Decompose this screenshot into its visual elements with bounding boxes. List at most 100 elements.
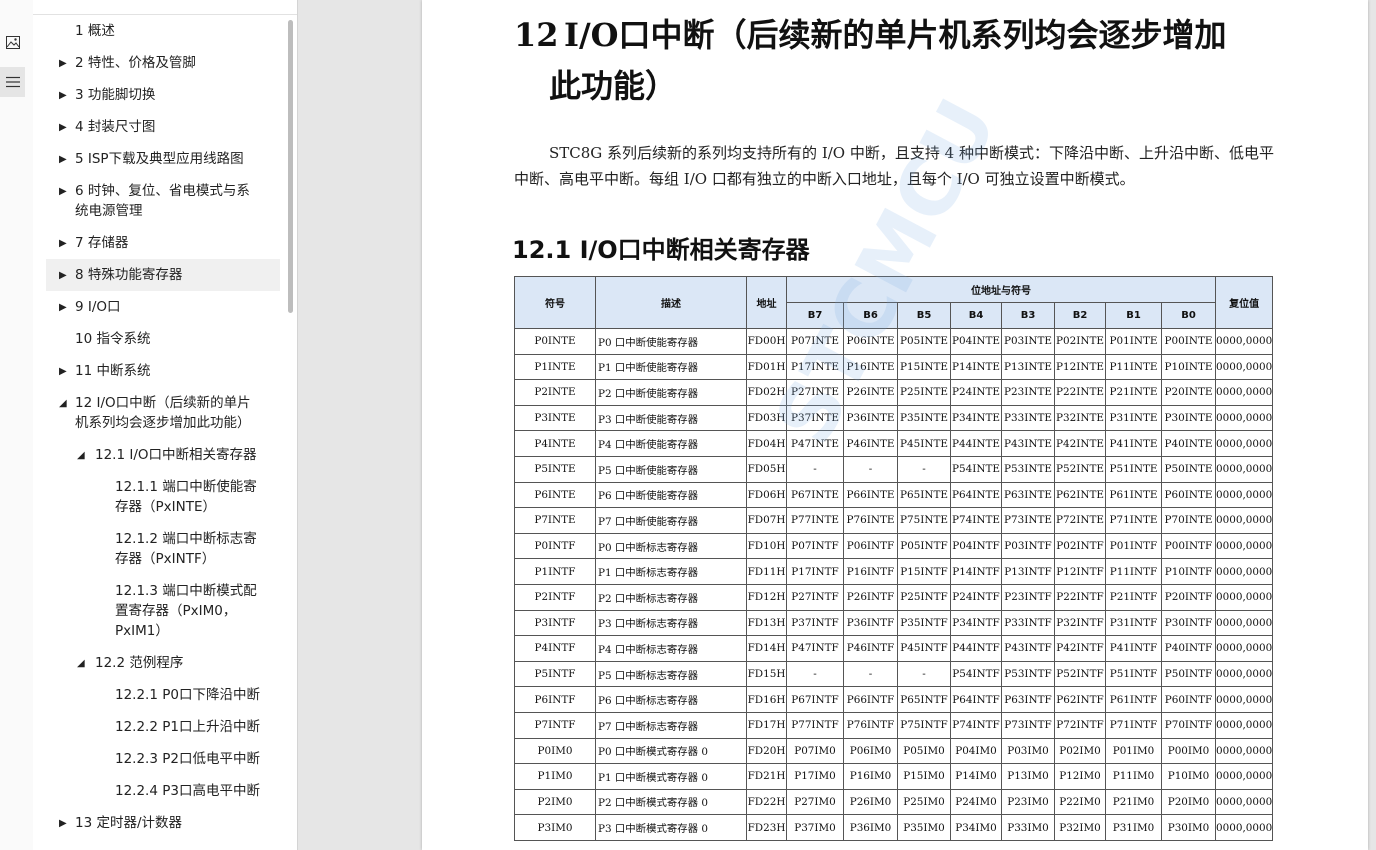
register-symbol: P1IM0	[514, 763, 596, 790]
outline-item[interactable]: ◢ 12.1 I/O口中断相关寄存器	[46, 439, 280, 471]
outline-item[interactable]: 12.2.4 P3口高电平中断	[46, 775, 280, 807]
expand-arrow-icon[interactable]: ▶	[59, 54, 67, 74]
outline-item[interactable]: ▶ 3 功能脚切换	[46, 79, 280, 111]
outline-icon[interactable]	[0, 67, 25, 97]
sidebar-icon-strip	[0, 0, 34, 850]
register-symbol: P3INTF	[514, 609, 596, 637]
outline-item[interactable]: ▶ 13 定时器/计数器	[46, 807, 280, 839]
register-symbol: P5INTF	[514, 660, 596, 688]
table-row: P4INTF P4 口中断标志寄存器 FD14H P47INTF P46INTF P45I…	[514, 635, 1274, 662]
table-row: P6INTF P6 口中断标志寄存器 FD16H P67INTF P66INTF P65I…	[514, 686, 1274, 713]
outline-item[interactable]: 12.1.1 端口中断使能寄 存器（PxINTE）	[46, 471, 280, 523]
register-table: 符号 描述 地址 位地址与符号 复位值 B7 B6 B5 B4 B3 B2 B1 B0 P0I…	[514, 276, 1274, 841]
outline-item[interactable]: ▶ 7 存储器	[46, 227, 280, 259]
register-bit: P35INTF	[897, 609, 951, 637]
register-bit: -	[786, 455, 844, 483]
register-bit: P53INTF	[1001, 660, 1055, 688]
register-bit: P71INTE	[1105, 507, 1162, 534]
register-symbol: P4INTE	[514, 430, 596, 457]
register-symbol: P0INTE	[514, 328, 596, 355]
expand-arrow-icon[interactable]: ▶	[59, 182, 67, 202]
register-address: FD05H	[746, 455, 787, 483]
outline-item-label: 5 ISP下载及典型应用线路图	[75, 149, 244, 169]
outline-item-label: 1 概述	[75, 21, 115, 41]
register-bit: P15INTF	[897, 558, 951, 585]
outline-item[interactable]: 1 概述	[46, 15, 280, 47]
register-reset-value: 0000,0000	[1214, 379, 1274, 406]
register-bit: P50INTE	[1161, 455, 1216, 483]
outline-item[interactable]: ▶ 9 I/O口	[46, 291, 280, 323]
register-bit: P37INTF	[786, 609, 844, 637]
outline-label-line: 5 ISP下载及典型应用线路图	[75, 151, 244, 167]
outline-scrollbar-thumb[interactable]	[288, 20, 293, 313]
expand-arrow-icon[interactable]: ▶	[59, 150, 67, 170]
outline-item-label: 12.2 范例程序	[95, 653, 183, 673]
register-address: FD20H	[746, 737, 787, 765]
register-bit: P76INTF	[843, 711, 898, 739]
register-bit: P37INTE	[786, 404, 844, 432]
register-reset-value: 0000,0000	[1214, 430, 1274, 457]
outline-item[interactable]: 10 指令系统	[46, 323, 280, 355]
register-bit: P20INTE	[1161, 379, 1216, 406]
outline-item[interactable]: 12.2.3 P2口低电平中断	[46, 743, 280, 775]
thumbnails-icon[interactable]	[0, 27, 25, 57]
register-bit: P02INTE	[1054, 328, 1106, 355]
register-address: FD04H	[746, 430, 787, 457]
register-bit: P10IM0	[1161, 763, 1216, 790]
outline-item-label: 12.2.2 P1口上升沿中断	[115, 717, 260, 737]
register-bit: P32IM0	[1054, 814, 1106, 841]
register-bit: P16INTF	[843, 558, 898, 585]
register-bit: P72INTE	[1054, 507, 1106, 534]
header-bit: B5	[897, 302, 951, 329]
outline-item[interactable]: 12.1.2 端口中断标志寄 存器（PxINTF）	[46, 523, 280, 575]
list-icon	[5, 76, 20, 88]
outline-item[interactable]: ▶ 6 时钟、复位、省电模式与系 统电源管理	[46, 175, 280, 227]
expand-arrow-icon[interactable]: ▶	[59, 814, 67, 834]
register-bit: P10INTF	[1161, 558, 1216, 585]
register-reset-value: 0000,0000	[1214, 737, 1274, 765]
expand-arrow-icon[interactable]: ▶	[59, 86, 67, 106]
header-bit: B4	[950, 302, 1002, 329]
outline-item[interactable]: ▶ 11 中断系统	[46, 355, 280, 387]
register-bit: P17INTE	[786, 353, 844, 381]
outline-item[interactable]: ▶ 5 ISP下载及典型应用线路图	[46, 143, 280, 175]
expand-arrow-icon[interactable]: ▶	[59, 234, 67, 254]
expand-arrow-icon[interactable]: ▶	[59, 362, 67, 382]
expand-arrow-icon[interactable]: ▶	[59, 266, 67, 286]
outline-item[interactable]: 12.2.2 P1口上升沿中断	[46, 711, 280, 743]
outline-label-line: 12.2.1 P0口下降沿中断	[115, 687, 260, 703]
outline-item[interactable]: 12.1.3 端口中断模式配 置寄存器（PxIM0， PxIM1）	[46, 575, 280, 647]
outline-item[interactable]: ▶ 8 特殊功能寄存器	[46, 259, 280, 291]
register-description: P3 口中断使能寄存器	[595, 404, 747, 432]
expand-arrow-icon[interactable]: ▶	[59, 118, 67, 138]
outline-item[interactable]: ◢ 12 I/O口中断（后续新的单片 机系列均会逐步增加此功能）	[46, 387, 280, 439]
outline-item[interactable]: ▶ 4 封装尺寸图	[46, 111, 280, 143]
outline-item-label: 12.1.3 端口中断模式配 置寄存器（PxIM0， PxIM1）	[115, 581, 257, 641]
header-bit: B2	[1054, 302, 1106, 329]
collapse-arrow-icon[interactable]: ◢	[59, 394, 67, 414]
register-bit: P41INTE	[1105, 430, 1162, 457]
register-bit: P05INTE	[897, 328, 951, 355]
outline-label-line: 8 特殊功能寄存器	[75, 267, 183, 283]
outline-item-label: 7 存储器	[75, 233, 128, 253]
outline-item[interactable]: 12.2.1 P0口下降沿中断	[46, 679, 280, 711]
outline-item-label: 11 中断系统	[75, 361, 150, 381]
register-description: P1 口中断标志寄存器	[595, 558, 747, 585]
outline-label-line: 7 存储器	[75, 235, 129, 251]
expand-arrow-icon[interactable]: ▶	[59, 298, 67, 318]
register-bit: P17IM0	[786, 763, 844, 790]
outline-label-line: 13 定时器/计数器	[75, 815, 183, 831]
outline-label-line: 6 时钟、复位、省电模式与系	[75, 183, 250, 199]
collapse-arrow-icon[interactable]: ◢	[77, 654, 85, 674]
register-address: FD10H	[746, 532, 787, 560]
table-row: P5INTF P5 口中断标志寄存器 FD15H - - - P54INTF P53INTF P…	[514, 660, 1274, 688]
outline-item[interactable]: ▶ 2 特性、价格及管脚	[46, 47, 280, 79]
register-address: FD17H	[746, 711, 787, 739]
register-address: FD21H	[746, 763, 787, 790]
register-bit: P23INTE	[1001, 379, 1055, 406]
outline-item[interactable]: ◢ 12.2 范例程序	[46, 647, 280, 679]
register-symbol: P0IM0	[514, 737, 596, 765]
register-description: P7 口中断标志寄存器	[595, 711, 747, 739]
collapse-arrow-icon[interactable]: ◢	[77, 446, 85, 466]
header-bit: B6	[843, 302, 898, 329]
